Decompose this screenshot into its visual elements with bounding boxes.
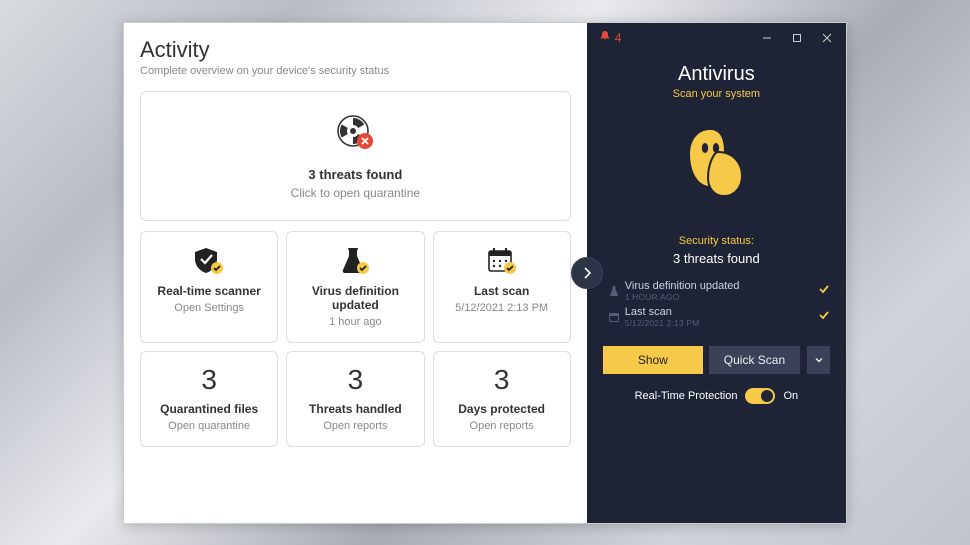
minimize-button[interactable]: [752, 24, 782, 52]
threats-hero-card[interactable]: 3 threats found Click to open quarantine: [140, 91, 571, 221]
card-title: Virus definition updated: [293, 284, 417, 312]
page-title: Activity: [140, 37, 571, 63]
calendar-check-icon: [440, 246, 564, 276]
shield-check-icon: [147, 246, 271, 276]
realtime-protection-row: Real-Time Protection On: [603, 388, 830, 404]
quarantined-count: 3: [147, 366, 271, 394]
status-row-sub: 1 HOUR AGO: [625, 292, 818, 302]
rtp-state: On: [783, 390, 798, 402]
scan-dropdown-button[interactable]: [806, 346, 830, 374]
days-protected-count: 3: [440, 366, 564, 394]
maximize-button[interactable]: [782, 24, 812, 52]
card-title: Threats handled: [293, 402, 417, 416]
check-icon: [818, 283, 830, 298]
virus-definition-card[interactable]: Virus definition updated 1 hour ago: [286, 231, 424, 343]
card-sub: 5/12/2021 2:13 PM: [440, 302, 564, 314]
card-title: Real-time scanner: [147, 284, 271, 298]
status-row-title: Virus definition updated: [625, 280, 818, 292]
bell-icon: [599, 30, 611, 45]
app-window: Activity Complete overview on your devic…: [123, 22, 847, 524]
card-sub: Open Settings: [147, 302, 271, 314]
flask-check-icon: [293, 246, 417, 276]
hero-sub: Click to open quarantine: [141, 186, 570, 200]
status-row-sub: 5/12/2021 2:13 PM: [625, 318, 818, 328]
card-title: Days protected: [440, 402, 564, 416]
chevron-down-icon: [814, 355, 824, 365]
hero-title: 3 threats found: [141, 167, 570, 182]
activity-panel: Activity Complete overview on your devic…: [124, 23, 587, 523]
status-row-title: Last scan: [625, 306, 818, 318]
card-sub: 1 hour ago: [293, 316, 417, 328]
card-sub: Open reports: [440, 420, 564, 432]
flask-icon: [603, 285, 625, 297]
last-scan-card[interactable]: Last scan 5/12/2021 2:13 PM: [433, 231, 571, 343]
titlebar: 4: [587, 23, 846, 53]
page-subtitle: Complete overview on your device's secur…: [140, 65, 571, 77]
show-button[interactable]: Show: [603, 346, 703, 374]
security-status-label: Security status:: [603, 235, 830, 247]
antivirus-sub: Scan your system: [603, 88, 830, 100]
card-title: Quarantined files: [147, 402, 271, 416]
radioactive-alert-icon: [336, 114, 374, 157]
security-status-value: 3 threats found: [603, 251, 830, 266]
rtp-toggle[interactable]: [745, 388, 775, 404]
status-row-lastscan: Last scan 5/12/2021 2:13 PM: [603, 304, 830, 330]
check-icon: [818, 309, 830, 324]
antivirus-panel: 4 Antivirus Scan your system: [587, 23, 846, 523]
card-title: Last scan: [440, 284, 564, 298]
rtp-label: Real-Time Protection: [635, 390, 738, 402]
notifications-count: 4: [615, 31, 622, 45]
quick-scan-button[interactable]: Quick Scan: [709, 346, 800, 374]
antivirus-title: Antivirus: [603, 63, 830, 86]
status-row-definitions: Virus definition updated 1 HOUR AGO: [603, 278, 830, 304]
calendar-icon: [603, 311, 625, 323]
action-buttons: Show Quick Scan: [603, 346, 830, 374]
card-sub: Open quarantine: [147, 420, 271, 432]
ghost-logo-icon: [676, 122, 756, 207]
notifications-indicator[interactable]: 4: [591, 30, 622, 45]
realtime-scanner-card[interactable]: Real-time scanner Open Settings: [140, 231, 278, 343]
threats-handled-count: 3: [293, 366, 417, 394]
expand-arrow-button[interactable]: [571, 257, 603, 289]
card-sub: Open reports: [293, 420, 417, 432]
right-panel-body: Antivirus Scan your system Security stat…: [587, 53, 846, 523]
quarantined-files-card[interactable]: 3 Quarantined files Open quarantine: [140, 351, 278, 447]
cards-grid: Real-time scanner Open Settings Virus de…: [140, 231, 571, 447]
days-protected-card[interactable]: 3 Days protected Open reports: [433, 351, 571, 447]
threats-handled-card[interactable]: 3 Threats handled Open reports: [286, 351, 424, 447]
close-button[interactable]: [812, 24, 842, 52]
